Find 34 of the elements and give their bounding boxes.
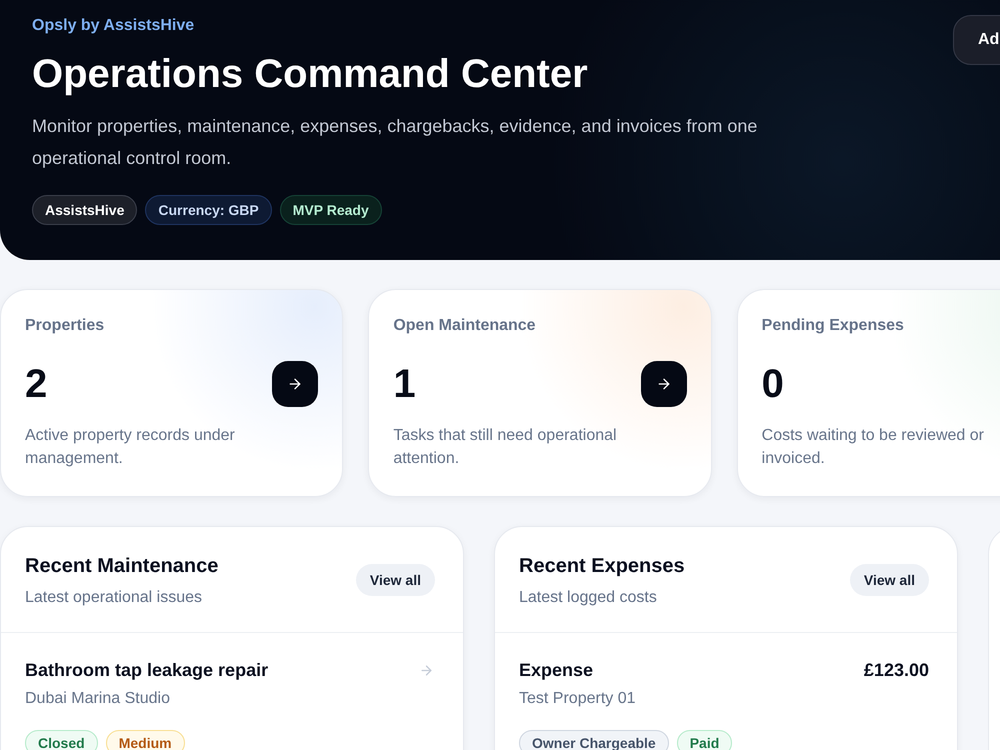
arrow-right-icon: [656, 376, 672, 392]
stat-value: 1: [393, 361, 416, 408]
info-chip: MVP Ready: [280, 195, 382, 225]
panel-subtitle: Latest logged costs: [519, 588, 658, 608]
view-all-button[interactable]: View all: [356, 564, 435, 596]
page-title: Operations Command Center: [32, 51, 588, 98]
brand-label: Opsly by AssistsHive: [32, 16, 194, 36]
status-badge: Medium: [106, 730, 185, 750]
add-button[interactable]: Ad: [953, 15, 1000, 65]
stat-value: 0: [762, 361, 784, 408]
stat-description: Active property records under management.: [25, 426, 236, 469]
panel-title: Recent Expenses: [519, 554, 685, 579]
stat-description: Costs waiting to be reviewed or invoiced.: [762, 426, 985, 469]
page-description: Monitor properties, maintenance, expenses, chargebacks, evidence, and invoices from one operational control room.: [32, 115, 758, 170]
view-all-button[interactable]: View all: [850, 564, 929, 596]
panel-subtitle: Latest operational issues: [25, 588, 203, 608]
info-chip: AssistsHive: [32, 195, 138, 225]
status-badge: Paid: [676, 730, 732, 750]
item-subtitle: Dubai Marina Studio: [25, 689, 171, 709]
stat-value: 2: [25, 361, 48, 408]
stat-label: Properties: [25, 316, 106, 336]
stat-label: Open Maintenance: [393, 316, 537, 336]
expense-amount: £123.00: [864, 659, 929, 682]
info-chip: Currency: GBP: [145, 195, 272, 225]
arrow-right-icon: [287, 376, 304, 392]
item-title: Expense: [519, 659, 594, 682]
item-subtitle: Test Property 01: [519, 689, 636, 709]
arrow-button[interactable]: [640, 361, 687, 407]
stat-label: Pending Expenses: [762, 316, 905, 336]
arrow-button[interactable]: [272, 361, 318, 407]
stat-description: Tasks that still need operational attention.: [393, 426, 618, 469]
status-badge: Closed: [25, 730, 98, 750]
panel-title: Recent Maintenance: [25, 554, 218, 579]
item-title: Bathroom tap leakage repair: [25, 659, 268, 682]
